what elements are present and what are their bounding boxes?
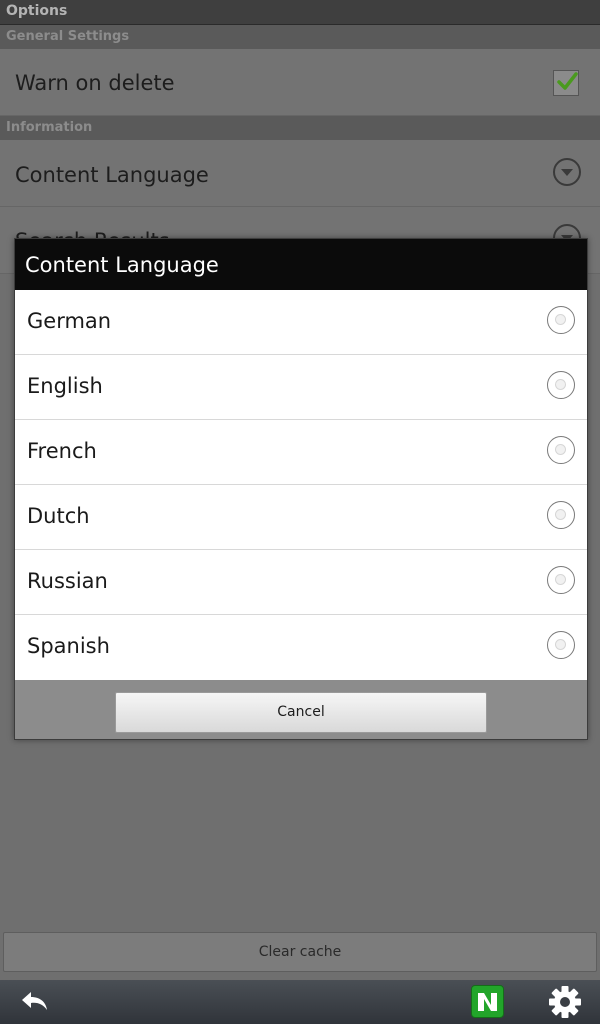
gear-icon[interactable]: [548, 985, 582, 1019]
language-option-spanish[interactable]: Spanish: [15, 615, 587, 679]
radio-button[interactable]: [547, 501, 575, 529]
section-header-general: General Settings: [0, 25, 600, 49]
option-label: German: [27, 309, 112, 333]
checkmark-icon: [557, 72, 578, 90]
option-label: French: [27, 439, 97, 463]
radio-button[interactable]: [547, 371, 575, 399]
pref-content-language[interactable]: Content Language: [0, 140, 600, 207]
cancel-button[interactable]: Cancel: [115, 692, 487, 733]
language-option-russian[interactable]: Russian: [15, 550, 587, 615]
language-option-english[interactable]: English: [15, 355, 587, 420]
section-header-label: Information: [6, 120, 93, 135]
option-label: Spanish: [27, 634, 110, 658]
language-option-list: German English French Dutch Russian Span…: [15, 290, 587, 680]
language-option-french[interactable]: French: [15, 420, 587, 485]
pref-label: Content Language: [15, 163, 209, 187]
screen-title: Options: [6, 3, 68, 19]
option-label: English: [27, 374, 103, 398]
section-header-label: General Settings: [6, 29, 130, 44]
clear-cache-button[interactable]: Clear cache: [3, 932, 597, 972]
dialog-title: Content Language: [25, 253, 219, 277]
language-option-german[interactable]: German: [15, 290, 587, 355]
pref-warn-on-delete[interactable]: Warn on delete: [0, 49, 600, 116]
clear-cache-label: Clear cache: [258, 944, 342, 960]
radio-button[interactable]: [547, 566, 575, 594]
back-arrow-icon[interactable]: [20, 988, 50, 1014]
pref-label: Warn on delete: [15, 71, 175, 95]
title-bar: Options: [0, 0, 600, 25]
dialog-title-bar: Content Language: [15, 239, 587, 290]
section-header-information: Information: [0, 116, 600, 140]
radio-button[interactable]: [547, 436, 575, 464]
option-label: Russian: [27, 569, 108, 593]
app-n-icon[interactable]: [471, 985, 504, 1018]
language-option-dutch[interactable]: Dutch: [15, 485, 587, 550]
radio-button[interactable]: [547, 306, 575, 334]
option-label: Dutch: [27, 504, 90, 528]
cancel-button-label: Cancel: [277, 704, 325, 720]
warn-on-delete-checkbox[interactable]: [553, 70, 579, 96]
dropdown-arrow-icon[interactable]: [553, 158, 581, 186]
content-language-dialog: Content Language German English French D…: [14, 238, 588, 740]
radio-button[interactable]: [547, 631, 575, 659]
bottom-navigation-bar: [0, 980, 600, 1024]
